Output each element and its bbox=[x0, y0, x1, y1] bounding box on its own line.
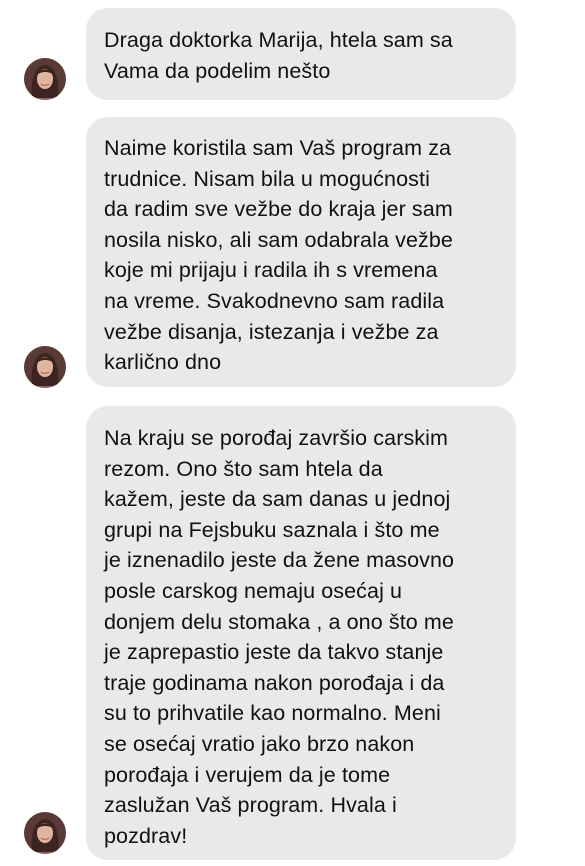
message-row: Naime koristila sam Vaš program za trudn… bbox=[0, 117, 585, 388]
sender-avatar[interactable] bbox=[24, 58, 66, 100]
avatar-photo-icon bbox=[24, 346, 66, 388]
sender-avatar[interactable] bbox=[24, 346, 66, 388]
avatar-photo-icon bbox=[24, 58, 66, 100]
message-thread: Draga doktorka Marija, htela sam sa Vama… bbox=[0, 0, 585, 866]
message-bubble[interactable]: Naime koristila sam Vaš program za trudn… bbox=[86, 117, 516, 387]
avatar-photo-icon bbox=[24, 812, 66, 854]
message-bubble[interactable]: Draga doktorka Marija, htela sam sa Vama… bbox=[86, 8, 516, 100]
message-bubble[interactable]: Na kraju se porođaj završio carskim rezo… bbox=[86, 406, 516, 860]
sender-avatar[interactable] bbox=[24, 812, 66, 854]
message-row: Draga doktorka Marija, htela sam sa Vama… bbox=[0, 8, 585, 100]
message-row: Na kraju se porođaj završio carskim rezo… bbox=[0, 406, 585, 860]
